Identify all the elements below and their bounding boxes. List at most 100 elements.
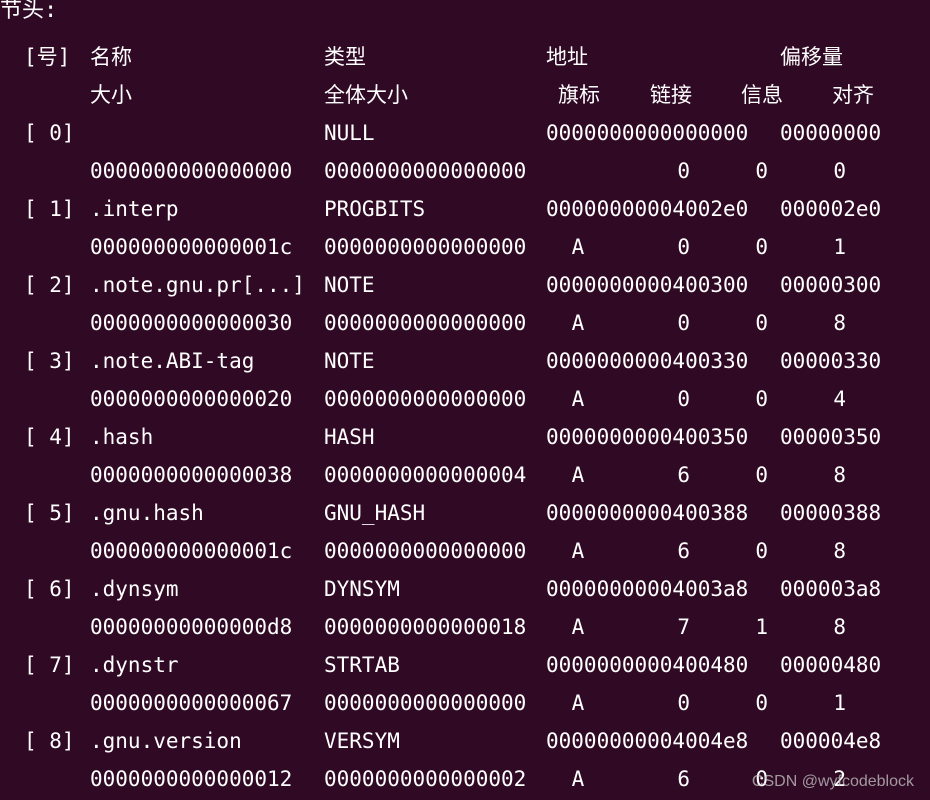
header-row-2: 大小 全体大小 旗标 链接 信息 对齐: [0, 76, 930, 114]
section-num: [ 7]: [24, 653, 75, 677]
section-addr: 0000000000400480: [546, 653, 749, 677]
section-addr: 0000000000400300: [546, 273, 749, 297]
section-link: 6: [677, 463, 690, 487]
section-row-detail: 000000000000001c 0000000000000000 A 6 0 8: [0, 532, 930, 570]
section-name: .gnu.version: [90, 729, 242, 753]
section-info: 0: [755, 159, 768, 183]
section-row-main: [ 1] .interp PROGBITS 00000000004002e0 00000…: [0, 190, 930, 228]
header-flags: 旗标: [558, 83, 600, 107]
section-entsize: 0000000000000000: [324, 311, 527, 335]
section-table: [ 0] NULL 0000000000000000 00000000 00000000…: [0, 114, 930, 798]
section-link: 6: [677, 539, 690, 563]
section-type: DYNSYM: [324, 577, 400, 601]
section-offset: 000004e8: [780, 729, 882, 753]
section-addr: 00000000004003a8: [546, 577, 749, 601]
section-flags: A: [571, 691, 585, 715]
section-info: 0: [755, 463, 768, 487]
section-addr: 00000000004004e8: [546, 729, 749, 753]
section-align: 1: [833, 235, 846, 259]
section-row-main: [ 8] .gnu.version VERSYM 00000000004004e8 00…: [0, 722, 930, 760]
header-addr: 地址: [546, 45, 588, 69]
section-name: .note.ABI-tag: [90, 349, 255, 373]
section-name: .dynsym: [90, 577, 179, 601]
header-name: 名称: [90, 45, 132, 69]
section-size: 0000000000000000: [90, 159, 293, 183]
section-link: 7: [677, 615, 690, 639]
section-num: [ 4]: [24, 425, 75, 449]
section-size: 0000000000000012: [90, 767, 293, 791]
section-type: NULL: [324, 121, 375, 145]
header-entsize: 全体大小: [324, 83, 408, 107]
section-offset: 00000350: [780, 425, 882, 449]
section-size: 0000000000000067: [90, 691, 293, 715]
section-num: [ 3]: [24, 349, 75, 373]
section-flags: A: [571, 539, 585, 563]
section-row-detail: 0000000000000067 0000000000000000 A 0 0 1: [0, 684, 930, 722]
section-flags: A: [571, 767, 585, 791]
section-entsize: 0000000000000018: [324, 615, 527, 639]
section-flags: A: [571, 311, 585, 335]
section-size: 0000000000000020: [90, 387, 293, 411]
section-offset: 00000300: [780, 273, 882, 297]
section-addr: 0000000000400350: [546, 425, 749, 449]
section-offset: 000003a8: [780, 577, 882, 601]
section-flags: A: [571, 615, 585, 639]
section-entsize: 0000000000000000: [324, 691, 527, 715]
section-num: [ 6]: [24, 577, 75, 601]
section-align: 8: [833, 539, 846, 563]
section-entsize: 0000000000000002: [324, 767, 527, 791]
section-size: 000000000000001c: [90, 235, 293, 259]
section-num: [ 2]: [24, 273, 75, 297]
section-align: 4: [833, 387, 846, 411]
header-row-1: [号] 名称 类型 地址 偏移量: [0, 38, 930, 76]
section-size: 0000000000000030: [90, 311, 293, 335]
section-row-main: [ 6] .dynsym DYNSYM 00000000004003a8 000003a…: [0, 570, 930, 608]
section-align: 8: [833, 615, 846, 639]
header-type: 类型: [324, 45, 366, 69]
section-row-main: [ 4] .hash HASH 0000000000400350 00000350: [0, 418, 930, 456]
section-info: 0: [755, 691, 768, 715]
section-row-detail: 0000000000000030 0000000000000000 A 0 0 8: [0, 304, 930, 342]
section-addr: 00000000004002e0: [546, 197, 749, 221]
header-size: 大小: [90, 83, 132, 107]
section-align: 8: [833, 463, 846, 487]
section-size: 0000000000000038: [90, 463, 293, 487]
section-info: 1: [755, 615, 768, 639]
section-headers-title: 节头:: [0, 0, 58, 23]
section-row-detail: 000000000000001c 0000000000000000 A 0 0 1: [0, 228, 930, 266]
section-row-detail: 0000000000000020 0000000000000000 A 0 0 4: [0, 380, 930, 418]
section-name: .hash: [90, 425, 154, 449]
section-row-main: [ 2] .note.gnu.pr[...] NOTE 000000000040030…: [0, 266, 930, 304]
header-info: 信息: [741, 83, 783, 107]
section-link: 0: [677, 387, 690, 411]
section-offset: 000002e0: [780, 197, 882, 221]
section-offset: 00000000: [780, 121, 882, 145]
section-row-main: [ 0] NULL 0000000000000000 00000000: [0, 114, 930, 152]
section-row-main: [ 5] .gnu.hash GNU_HASH 0000000000400388 000…: [0, 494, 930, 532]
section-offset: 00000480: [780, 653, 882, 677]
header-offset: 偏移量: [780, 45, 843, 69]
section-type: PROGBITS: [324, 197, 426, 221]
header-num: [号]: [24, 45, 71, 69]
section-row-detail: 00000000000000d8 0000000000000018 A 7 1 8: [0, 608, 930, 646]
section-link: 6: [677, 767, 690, 791]
section-addr: 0000000000000000: [546, 121, 749, 145]
section-row-main: [ 7] .dynstr STRTAB 0000000000400480 0000048…: [0, 646, 930, 684]
section-type: NOTE: [324, 349, 375, 373]
section-offset: 00000388: [780, 501, 882, 525]
section-align: 0: [833, 159, 846, 183]
section-name: .gnu.hash: [90, 501, 204, 525]
section-num: [ 1]: [24, 197, 75, 221]
section-info: 0: [755, 311, 768, 335]
section-flags: A: [571, 463, 585, 487]
section-info: 0: [755, 387, 768, 411]
header-link: 链接: [650, 83, 692, 107]
section-link: 0: [677, 311, 690, 335]
section-addr: 0000000000400388: [546, 501, 749, 525]
section-num: [ 5]: [24, 501, 75, 525]
terminal-window[interactable]: 节头: [号] 名称 类型 地址 偏移量 大小 全体大小 旗标 链接 信息 对齐…: [0, 0, 930, 800]
section-entsize: 0000000000000000: [324, 235, 527, 259]
section-type: VERSYM: [324, 729, 400, 753]
section-name: .interp: [90, 197, 179, 221]
section-link: 0: [677, 159, 690, 183]
